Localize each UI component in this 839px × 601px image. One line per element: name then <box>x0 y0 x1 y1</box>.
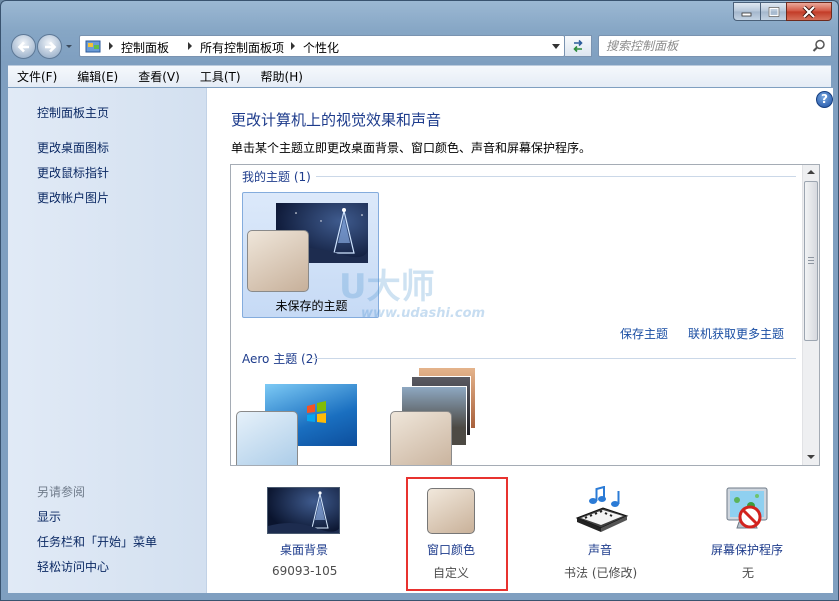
christmas-tree-image <box>268 491 339 533</box>
page-title: 更改计算机上的视觉效果和声音 <box>231 111 442 129</box>
link-control-panel-home[interactable]: 控制面板主页 <box>37 104 109 121</box>
address-bar[interactable]: 控制面板 所有控制面板项 个性化 <box>79 35 565 57</box>
search-input[interactable] <box>599 36 804 56</box>
chevron-right-icon <box>291 42 295 50</box>
menu-edit[interactable]: 编辑(E) <box>67 68 128 85</box>
menu-bar: 文件(F) 编辑(E) 查看(V) 工具(T) 帮助(H) <box>8 65 831 87</box>
theme-tile-label: 未保存的主题 <box>275 299 348 313</box>
see-also-heading: 另请参阅 <box>37 485 86 499</box>
window-color-swatch <box>247 230 309 292</box>
help-button[interactable]: ? <box>816 91 833 108</box>
get-more-themes-online-link[interactable]: 联机获取更多主题 <box>688 325 784 342</box>
window-color-swatch <box>236 411 298 465</box>
chevron-down-icon[interactable] <box>64 42 74 52</box>
group-divider <box>311 358 796 359</box>
forward-button[interactable] <box>37 34 62 59</box>
menu-tools[interactable]: 工具(T) <box>190 68 251 85</box>
screensaver-value: 无 <box>742 566 755 580</box>
desktop-background-icon <box>267 487 340 534</box>
link-change-mouse-pointers[interactable]: 更改鼠标指针 <box>37 164 109 181</box>
close-button[interactable] <box>786 2 832 21</box>
sound-icon <box>575 486 629 532</box>
maximize-button[interactable] <box>760 2 786 21</box>
breadcrumb-personalization[interactable]: 个性化 <box>303 39 339 56</box>
refresh-button[interactable] <box>565 35 592 57</box>
link-taskbar-start-menu[interactable]: 任务栏和「开始」菜单 <box>37 533 157 550</box>
chevron-right-icon <box>109 42 113 50</box>
personalization-window: 控制面板 所有控制面板项 个性化 文件(F) 编辑(E) 查看(V) 工具(T)… <box>0 0 839 601</box>
theme-tile-unsaved[interactable]: 未保存的主题 <box>242 192 379 318</box>
menu-file[interactable]: 文件(F) <box>8 68 67 85</box>
desktop-background-label[interactable]: 桌面背景 <box>280 541 328 558</box>
left-navigation-pane: 控制面板主页 更改桌面图标 更改鼠标指针 更改帐户图片 另请参阅 显示 任务栏和… <box>8 88 207 593</box>
group-divider <box>316 176 796 177</box>
link-display[interactable]: 显示 <box>37 508 61 525</box>
maximize-icon <box>768 6 779 17</box>
link-change-account-picture[interactable]: 更改帐户图片 <box>37 189 109 206</box>
link-change-desktop-icons[interactable]: 更改桌面图标 <box>37 139 109 156</box>
caption-buttons <box>733 2 832 21</box>
desktop-background-value: 69093-105 <box>272 564 338 578</box>
chevron-right-icon <box>188 42 192 50</box>
screensaver-icon <box>726 487 768 529</box>
back-button[interactable] <box>11 34 36 59</box>
chevron-down-icon[interactable] <box>551 43 561 51</box>
aero-themes-header: Aero 主题 (2) <box>242 352 319 366</box>
close-icon <box>802 5 816 18</box>
scroll-down-icon[interactable] <box>807 454 815 460</box>
menu-help[interactable]: 帮助(H) <box>251 68 313 85</box>
scrollbar-thumb[interactable] <box>804 181 818 341</box>
link-ease-of-access[interactable]: 轻松访问中心 <box>37 558 109 575</box>
scrollbar-grip <box>808 257 814 265</box>
my-themes-header: 我的主题 (1) <box>242 170 311 184</box>
forward-arrow-icon <box>45 41 57 53</box>
screensaver-label[interactable]: 屏幕保护程序 <box>711 541 783 558</box>
window-color-swatch <box>390 411 452 465</box>
highlight-box <box>406 477 508 591</box>
menu-view[interactable]: 查看(V) <box>128 68 190 85</box>
refresh-icon <box>573 39 583 53</box>
sound-label[interactable]: 声音 <box>588 541 612 558</box>
minimize-icon <box>741 12 752 16</box>
breadcrumb-control-panel[interactable]: 控制面板 <box>121 39 169 56</box>
save-theme-link[interactable]: 保存主题 <box>620 325 668 342</box>
control-panel-icon <box>85 40 101 53</box>
search-icon[interactable] <box>812 39 826 53</box>
scroll-up-icon[interactable] <box>807 169 815 175</box>
theme-list: 我的主题 (1) 未保存的主题 保存主题 联机获取更多主题 Aero 主题 (2… <box>230 164 820 466</box>
search-box <box>598 35 832 57</box>
page-description: 单击某个主题立即更改桌面背景、窗口颜色、声音和屏幕保护程序。 <box>231 141 592 155</box>
sound-value: 书法 (已修改) <box>564 566 638 580</box>
breadcrumb-all-items[interactable]: 所有控制面板项 <box>200 39 284 56</box>
back-arrow-icon <box>17 41 29 53</box>
navigation-row: 控制面板 所有控制面板项 个性化 <box>9 32 832 60</box>
theme-list-scrollbar[interactable] <box>802 165 819 465</box>
minimize-button[interactable] <box>733 2 760 21</box>
